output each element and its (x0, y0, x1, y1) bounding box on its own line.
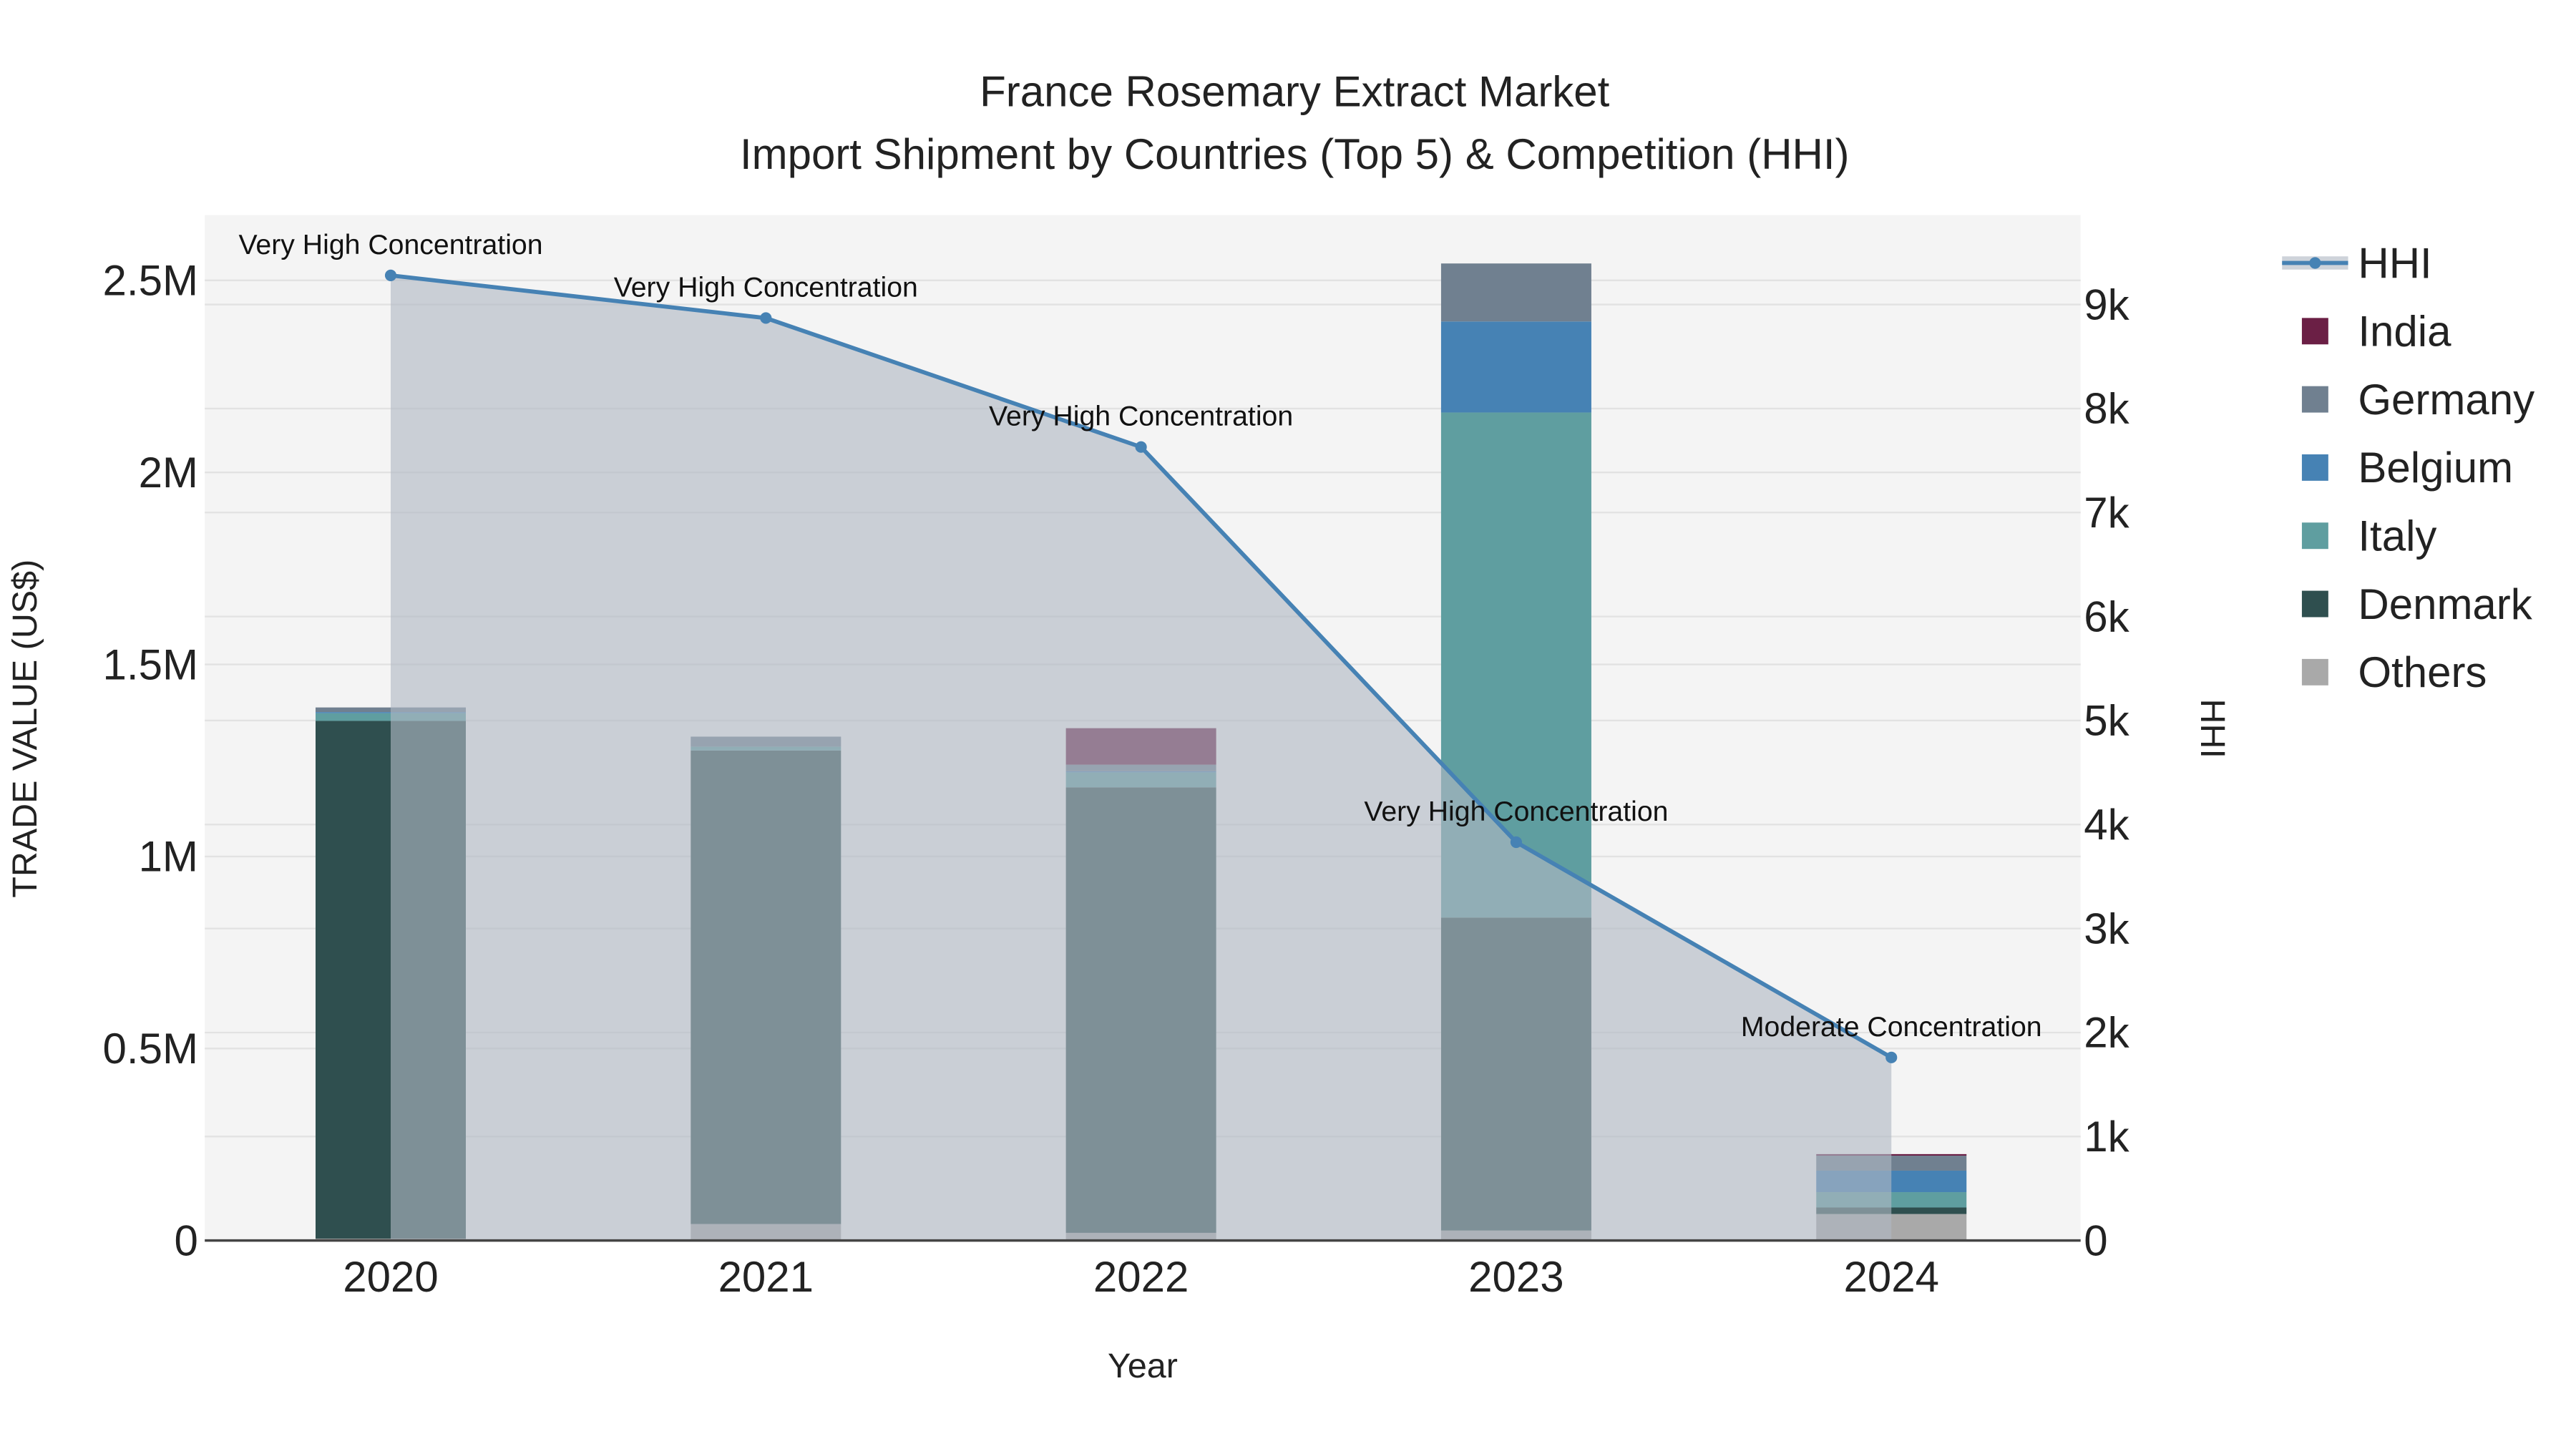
legend-label: India (2358, 308, 2451, 356)
legend: HHI India Germany Belgium Italy Denmark Others (2282, 239, 2534, 696)
legend-label: Belgium (2358, 444, 2513, 492)
y2-tick-label: 3k (2084, 904, 2129, 952)
legend-swatch-germany (2301, 386, 2328, 413)
legend-label: Denmark (2358, 580, 2532, 628)
y2-tick-label: 4k (2084, 801, 2129, 849)
x-tick-label: 2024 (1843, 1253, 1938, 1301)
y2-tick-label: 0 (2084, 1216, 2107, 1264)
y2-tick-label: 5k (2084, 697, 2129, 745)
legend-swatch-others (2301, 658, 2328, 686)
hhi-annotation: Very High Concentration (989, 401, 1293, 432)
hhi-point-2024 (1885, 1051, 1898, 1063)
x-tick-label: 2020 (343, 1253, 438, 1301)
y-tick-label: 1.5M (103, 640, 198, 688)
hhi-point-2022 (1135, 441, 1147, 453)
legend-swatch-italy (2301, 522, 2328, 550)
hhi-point-2020 (384, 269, 397, 281)
hhi-annotation: Very High Concentration (238, 229, 542, 260)
hhi-annotation: Very High Concentration (1364, 796, 1668, 827)
bar-germany-2023 (1440, 263, 1591, 322)
y-tick-label: 0 (175, 1216, 198, 1264)
y2-tick-label: 6k (2084, 592, 2129, 640)
y-axis-label: TRADE VALUE (US$) (6, 560, 44, 898)
legend-hhi-marker (2309, 257, 2321, 269)
legend-swatch-india (2301, 318, 2328, 345)
y-tick-label: 2.5M (103, 257, 198, 305)
hhi-point-2021 (760, 312, 772, 324)
legend-label: Others (2358, 648, 2487, 696)
y2-tick-label: 8k (2084, 385, 2129, 433)
x-axis-label: Year (1108, 1347, 1178, 1385)
y2-tick-label: 1k (2084, 1113, 2129, 1161)
y2-tick-label: 9k (2084, 280, 2129, 328)
y2-tick-label: 2k (2084, 1009, 2129, 1057)
legend-label: Italy (2358, 512, 2436, 560)
y2-tick-label: 7k (2084, 489, 2129, 537)
bar-belgium-2023 (1440, 321, 1591, 413)
chart-subtitle: Import Shipment by Countries (Top 5) & C… (740, 130, 1850, 178)
x-tick-label: 2021 (718, 1253, 814, 1301)
y-tick-label: 2M (139, 449, 198, 497)
hhi-point-2023 (1510, 836, 1522, 849)
y-tick-label: 0.5M (103, 1025, 198, 1073)
y-tick-label: 1M (139, 833, 198, 881)
legend-label: HHI (2358, 239, 2431, 287)
legend-swatch-belgium (2301, 454, 2328, 481)
y2-axis-label: HHI (2193, 699, 2232, 758)
legend-label: Germany (2358, 376, 2534, 424)
x-tick-label: 2023 (1468, 1253, 1563, 1301)
x-tick-label: 2022 (1093, 1253, 1189, 1301)
chart: Very High Concentration Very High Concent… (6, 67, 2534, 1385)
hhi-annotation: Very High Concentration (614, 271, 918, 303)
legend-swatch-denmark (2301, 590, 2328, 618)
hhi-annotation: Moderate Concentration (1741, 1011, 2042, 1043)
chart-title: France Rosemary Extract Market (980, 67, 1610, 115)
